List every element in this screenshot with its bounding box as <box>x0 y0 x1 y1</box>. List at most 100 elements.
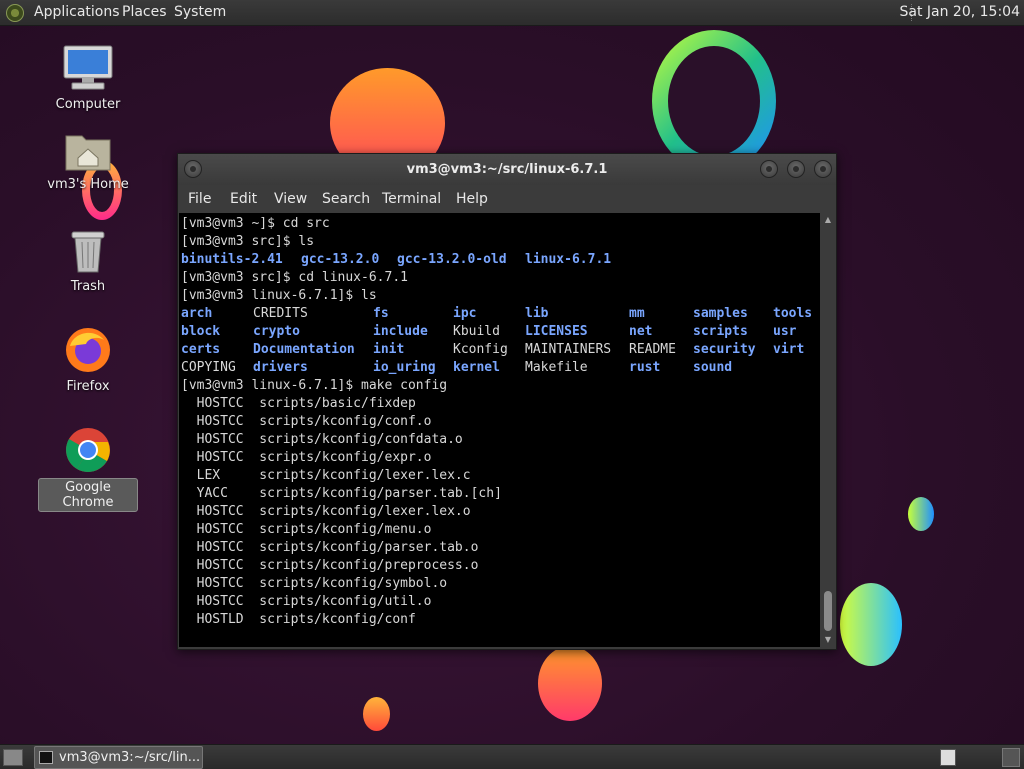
scroll-down-arrow-icon[interactable]: ▼ <box>823 635 833 645</box>
terminal-dir-entry: net <box>629 324 653 339</box>
terminal-text: MAINTAINERS <box>525 342 612 357</box>
terminal-dir-entry: init <box>373 342 405 357</box>
terminal-dir-entry: tools <box>773 306 813 321</box>
home-folder-icon <box>65 135 111 171</box>
terminal-dir-entry: crypto <box>253 324 300 339</box>
terminal-scrollbar[interactable]: ▲ ▼ <box>821 213 835 647</box>
maximize-button[interactable] <box>787 160 805 178</box>
terminal-dir-entry: LICENSES <box>525 324 588 339</box>
scrollbar-thumb[interactable] <box>824 591 832 631</box>
wallpaper-blue-oval <box>840 583 902 666</box>
terminal-dir-entry: block <box>181 324 221 339</box>
desktop-icon-firefox[interactable]: Firefox <box>38 326 138 395</box>
terminal-text: HOSTCC scripts/kconfig/menu.o <box>181 522 432 537</box>
terminal-text: Kconfig <box>453 342 508 357</box>
menu-file[interactable]: File <box>188 185 211 213</box>
terminal-dir-entry: scripts <box>693 324 748 339</box>
wallpaper-orange-oval <box>538 646 602 721</box>
scroll-up-arrow-icon[interactable]: ▲ <box>823 215 833 225</box>
terminal-output[interactable]: [vm3@vm3 ~]$ cd src [vm3@vm3 src]$ ls binu… <box>179 213 820 647</box>
gnome-foot-icon[interactable] <box>6 4 24 22</box>
terminal-text: HOSTLD scripts/kconfig/conf <box>181 612 416 627</box>
terminal-dir-entry: certs <box>181 342 221 357</box>
terminal-dir-entry: Documentation <box>253 342 355 357</box>
terminal-dir-entry: kernel <box>453 360 500 375</box>
terminal-text: Makefile <box>525 360 588 375</box>
desktop-icon-label: Google Chrome <box>38 478 138 512</box>
window-menu-button[interactable] <box>184 160 202 178</box>
terminal-dir-entry: usr <box>773 324 797 339</box>
terminal-text: HOSTCC scripts/kconfig/symbol.o <box>181 576 448 591</box>
trash-icon <box>71 231 105 273</box>
wallpaper-tiny-oval <box>363 697 390 731</box>
terminal-text: COPYING <box>181 360 236 375</box>
menu-terminal[interactable]: Terminal <box>382 185 441 213</box>
terminal-text: HOSTCC scripts/kconfig/lexer.lex.o <box>181 504 471 519</box>
terminal-text: CREDITS <box>253 306 308 321</box>
terminal-icon <box>39 751 53 764</box>
terminal-dir-entry: virt <box>773 342 805 357</box>
terminal-text: HOSTCC scripts/basic/fixdep <box>181 396 416 411</box>
menu-applications[interactable]: Applications <box>34 0 120 25</box>
terminal-dir-entry: samples <box>693 306 748 321</box>
menu-view[interactable]: View <box>274 185 307 213</box>
terminal-dir-entry: linux-6.7.1 <box>525 252 612 267</box>
show-desktop-icon[interactable] <box>3 749 23 766</box>
terminal-text: [vm3@vm3 src]$ cd linux-6.7.1 <box>181 270 408 285</box>
menu-help[interactable]: Help <box>456 185 488 213</box>
terminal-dir-entry: arch <box>181 306 213 321</box>
trash-applet-icon[interactable] <box>1002 748 1020 767</box>
terminal-text: HOSTCC scripts/kconfig/conf.o <box>181 414 432 429</box>
terminal-dir-entry: mm <box>629 306 645 321</box>
window-title: vm3@vm3:~/src/linux-6.7.1 <box>406 162 608 177</box>
desktop-icon-trash[interactable]: Trash <box>38 228 138 295</box>
terminal-text: HOSTCC scripts/kconfig/parser.tab.o <box>181 540 479 555</box>
computer-icon <box>63 45 113 90</box>
terminal-dir-entry: gcc-13.2.0 <box>301 252 380 267</box>
terminal-text: HOSTCC scripts/kconfig/preprocess.o <box>181 558 479 573</box>
terminal-text: HOSTCC scripts/kconfig/util.o <box>181 594 432 609</box>
terminal-dir-entry: include <box>373 324 428 339</box>
terminal-text: [vm3@vm3 linux-6.7.1]$ make config <box>181 378 448 393</box>
terminal-dir-entry: ipc <box>453 306 477 321</box>
desktop-icon-computer[interactable]: Computer <box>38 44 138 113</box>
terminal-dir-entry: binutils-2.41 <box>181 252 283 267</box>
wallpaper-small-oval <box>908 497 934 531</box>
terminal-window[interactable]: vm3@vm3:~/src/linux-6.7.1 File Edit View… <box>177 153 837 650</box>
desktop-icon-label: Trash <box>70 279 106 294</box>
bottom-panel: vm3@vm3:~/src/lin... <box>0 744 1024 769</box>
top-panel: Applications Places System Sat Jan 20, 1… <box>0 0 1024 26</box>
terminal-dir-entry: sound <box>693 360 733 375</box>
taskbar-item-terminal[interactable]: vm3@vm3:~/src/lin... <box>34 746 203 769</box>
chrome-icon <box>66 428 110 472</box>
window-title-bar[interactable]: vm3@vm3:~/src/linux-6.7.1 <box>178 154 836 185</box>
desktop-icon-label: Firefox <box>66 379 110 394</box>
terminal-dir-entry: security <box>693 342 756 357</box>
terminal-text: [vm3@vm3 ~]$ cd src <box>181 216 330 231</box>
terminal-dir-entry: gcc-13.2.0-old <box>397 252 507 267</box>
firefox-icon <box>66 328 110 372</box>
menu-edit[interactable]: Edit <box>230 185 257 213</box>
terminal-dir-entry: io_uring <box>373 360 436 375</box>
close-button[interactable] <box>814 160 832 178</box>
terminal-dir-entry: rust <box>629 360 661 375</box>
terminal-text: README <box>629 342 676 357</box>
desktop-icon-label: Computer <box>55 97 121 112</box>
desktop-icon-label: vm3's Home <box>47 177 129 192</box>
terminal-text: YACC scripts/kconfig/parser.tab.[ch] <box>181 486 502 501</box>
terminal-text: HOSTCC scripts/kconfig/confdata.o <box>181 432 463 447</box>
terminal-text: [vm3@vm3 linux-6.7.1]$ ls <box>181 288 377 303</box>
menu-places[interactable]: Places <box>122 0 167 25</box>
menu-system[interactable]: System <box>174 0 226 25</box>
menu-search[interactable]: Search <box>322 185 370 213</box>
clock[interactable]: Sat Jan 20, 15:04 <box>900 0 1021 25</box>
wallpaper-ring-green <box>652 30 776 172</box>
terminal-dir-entry: fs <box>373 306 389 321</box>
terminal-text: [vm3@vm3 src]$ ls <box>181 234 315 249</box>
terminal-dir-entry: drivers <box>253 360 308 375</box>
minimize-button[interactable] <box>760 160 778 178</box>
desktop-icon-home[interactable]: vm3's Home <box>38 128 138 193</box>
taskbar-item-label: vm3@vm3:~/src/lin... <box>59 750 201 765</box>
desktop-icon-chrome[interactable]: Google Chrome <box>38 426 138 512</box>
workspace-switcher[interactable] <box>940 749 956 766</box>
